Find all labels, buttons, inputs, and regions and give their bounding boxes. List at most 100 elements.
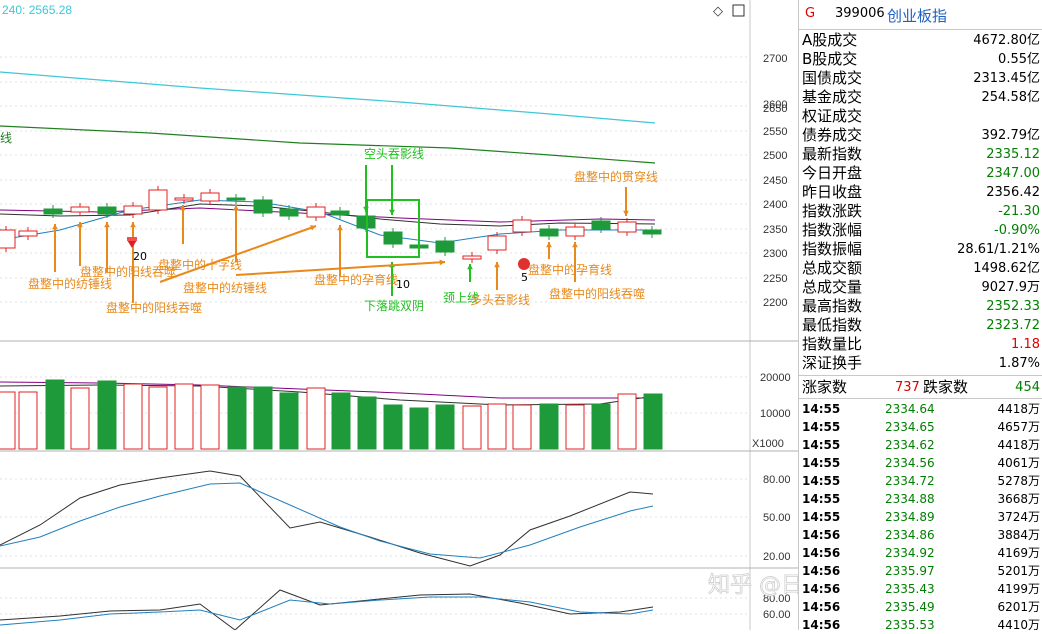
quote-row: 最新指数 2335.12 [799,145,1042,164]
tick-time: 14:56 [802,546,841,560]
candle-body [18,230,38,237]
quote-row: 最低指数 2323.72 [799,316,1042,335]
volume-bar [357,396,377,450]
quote-label: 债券成交 [802,126,863,144]
tick-vol: 4657万 [997,420,1040,434]
quote-row: B股成交 0.55亿 [799,50,1042,69]
tick-row: 14:56 2335.49 6201万 [799,598,1042,616]
tick-row: 14:56 2334.92 4169万 [799,544,1042,562]
volume-bar [253,386,273,450]
candle-body [200,192,220,202]
quote-value: 2323.72 [986,318,1040,333]
quote-label: 基金成交 [802,88,863,106]
price-axis-tick: 2550 [763,126,787,138]
tick-vol: 5201万 [997,564,1040,578]
tick-row: 14:55 2334.65 4657万 [799,418,1042,436]
kline-chart-area[interactable]: 240: 2565.28 ◇ 2700 2650 2600 2550 2500 … [0,0,798,630]
candle-body [539,228,559,237]
quote-value: 1498.62亿 [973,261,1040,276]
index-name: 创业板指 [887,7,948,25]
quote-value: 1.18 [1011,337,1040,352]
volume-bar [331,392,351,450]
breadth-row: 涨家数 737 跌家数 454 [799,378,1042,397]
indicator-axis-tick: 50.00 [763,512,791,524]
candle-body [0,229,16,249]
tick-row: 14:56 2334.86 3884万 [799,526,1042,544]
tick-time: 14:56 [802,564,841,578]
quote-value: 2347.00 [986,166,1040,181]
quote-row: 指数振幅 28.61/1.21% [799,240,1042,259]
tick-price: 2335.97 [885,564,935,578]
index-code: 399006 [835,6,885,21]
price-axis-tick: 2700 [763,53,787,65]
tick-price: 2335.49 [885,600,935,614]
tick-price: 2334.92 [885,546,935,560]
annotation-label: 盘整中的十字线 [158,257,242,272]
quote-label: A股成交 [802,31,858,49]
tick-row: 14:56 2335.53 4410万 [799,616,1042,634]
volume-bar [512,404,532,450]
volume-axis-tick: 10000 [760,408,791,420]
tick-time: 14:55 [802,474,841,488]
quote-row: 国债成交 2313.45亿 [799,69,1042,88]
candle-body [435,240,455,253]
tick-row: 14:55 2334.62 4418万 [799,436,1042,454]
annotation-label: 多头吞影线 [470,293,530,307]
tick-vol: 3668万 [997,492,1040,506]
quote-label: 昨日收盘 [802,183,863,201]
quote-value: 392.79亿 [981,128,1041,143]
candle-body [43,208,63,215]
volume-bar [97,380,117,450]
tick-time: 14:55 [802,420,841,434]
quote-value: 2352.33 [986,299,1040,314]
quote-label: 权证成交 [802,107,863,125]
tick-row: 14:55 2334.56 4061万 [799,454,1042,472]
quote-label: 最新指数 [802,145,863,163]
ma240-label: 240: 2565.28 [2,3,72,17]
tick-time: 14:56 [802,528,841,542]
volume-bar [409,407,429,450]
tick-row: 14:55 2334.88 3668万 [799,490,1042,508]
candle-body [279,208,299,217]
candle-body [148,189,168,211]
quote-row: 最高指数 2352.33 [799,297,1042,316]
volume-bar [174,383,194,450]
volume-bar [45,379,65,450]
watermark: 知乎 @日日胖胖0 [708,573,798,598]
ma-line-label: 线 [0,131,12,145]
tick-vol: 4418万 [997,438,1040,452]
tick-time: 14:55 [802,438,841,452]
quote-value: 0.55亿 [998,52,1040,67]
index-header: G 399006 创业板指 [799,5,1042,27]
diamond-icon[interactable]: ◇ [713,4,723,19]
volume-bar [279,392,299,450]
quote-row: 权证成交 [799,107,1042,126]
quote-value: 2335.12 [986,147,1040,162]
quote-label: 国债成交 [802,69,863,87]
tick-time: 14:55 [802,456,841,470]
quote-label: 总成交额 [802,259,863,277]
quote-value: 254.58亿 [981,90,1041,105]
candle-body [617,221,637,233]
price-axis-tick: 2450 [763,175,787,187]
candle-body [512,219,532,233]
volume-bar [200,384,220,450]
tick-time: 14:55 [802,510,841,524]
annotation-label: 盘整中的贯穿线 [574,169,658,184]
tick-row: 14:55 2334.64 4418万 [799,400,1042,418]
volume-axis-tick: 20000 [760,372,791,384]
tick-price: 2334.56 [885,456,935,470]
volume-bar [383,404,403,450]
candle-body [306,206,326,218]
volume-bar [70,387,90,450]
quote-label: 深证换手 [802,354,863,372]
tick-vol: 4061万 [997,456,1040,470]
indicator-axis-tick: 80.00 [763,474,791,486]
annotation-label: 盘整中的纺锤线 [183,280,267,295]
quote-value: 4672.80亿 [973,33,1040,48]
candle-body [642,229,662,235]
quote-row: A股成交 4672.80亿 [799,31,1042,50]
marker-label: 20 [133,250,147,263]
candle-body [226,197,246,201]
marker-label: 5 [521,271,528,284]
